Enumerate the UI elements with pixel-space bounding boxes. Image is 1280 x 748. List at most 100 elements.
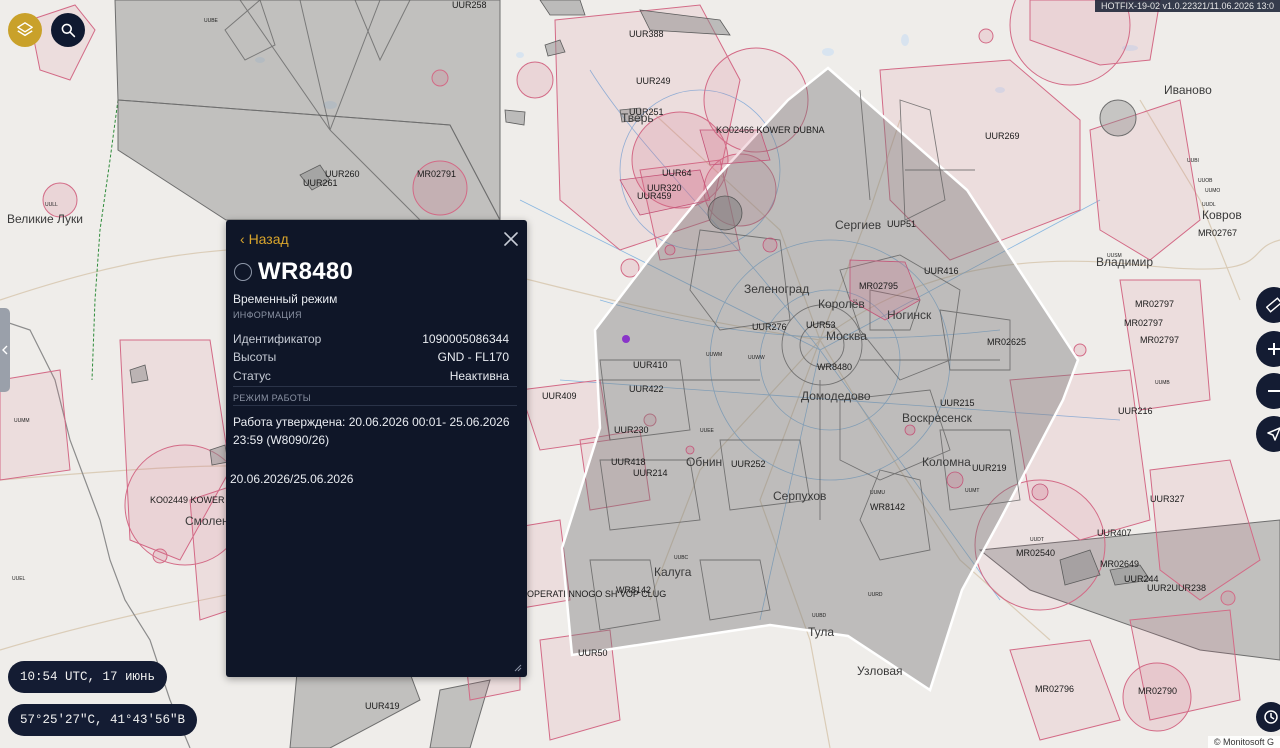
zone-label[interactable]: UUR261 (303, 178, 338, 188)
city-label: Смолен (185, 514, 229, 528)
zone-label[interactable]: UUR2UUR238 (1147, 583, 1206, 593)
city-label: Иваново (1164, 83, 1212, 97)
airport-code: UUDL (1202, 202, 1216, 208)
airport-code: UUBC (674, 555, 689, 561)
airport-code: UUEL (12, 576, 26, 582)
city-label: Узловая (857, 664, 903, 678)
layers-icon (17, 22, 33, 37)
city-label: Королёв (818, 297, 865, 311)
search-button[interactable] (51, 13, 85, 47)
dates-text: 20.06.2026/25.06.2026 (230, 472, 354, 486)
city-label: Ногинск (887, 308, 932, 322)
zone-label[interactable]: UUP51 (887, 219, 916, 229)
zone-label[interactable]: UUR50 (578, 648, 608, 658)
back-button[interactable]: ‹ Назад (240, 231, 289, 247)
airport-code: UUBI (1187, 158, 1199, 164)
aircraft-marker (622, 335, 630, 343)
zone-label[interactable]: UUR269 (985, 131, 1020, 141)
zone-label[interactable]: UUR230 (614, 425, 649, 435)
zone-label[interactable]: MR02791 (417, 169, 456, 179)
search-icon (61, 23, 76, 38)
zone-label[interactable]: UUR418 (611, 457, 646, 467)
zone-label[interactable]: KO02466 KOWER DUBNA (716, 125, 825, 135)
zone-info-panel: ‹ Назад WR8480 Временный режим ИНФОРМАЦИ… (226, 220, 527, 677)
row-value-heights: GND - FL170 (437, 350, 509, 364)
city-label: Калуга (654, 565, 692, 579)
zone-label[interactable]: MR02649 (1100, 559, 1139, 569)
zone-label[interactable]: WR8480 (817, 362, 852, 372)
airport-code: UUEE (700, 428, 714, 434)
copyright: © Monitosoft G (1207, 736, 1280, 748)
zone-label[interactable]: UUR419 (365, 701, 400, 711)
airport-code: UUOB (1198, 178, 1213, 184)
city-label: Ковров (1202, 208, 1242, 222)
zone-label[interactable]: UUR249 (636, 76, 671, 86)
airport-code: UUWW (748, 355, 765, 361)
close-icon[interactable] (503, 231, 519, 247)
resize-handle-icon[interactable] (512, 662, 522, 672)
zone-label[interactable]: UUR407 (1097, 528, 1132, 538)
airport-code: UUDT (1030, 537, 1044, 543)
zone-label[interactable]: UUR258 (452, 0, 487, 10)
row-value-status: Неактивна (449, 369, 509, 383)
zone-label[interactable]: UUR276 (752, 322, 787, 332)
city-label: Воскресенск (902, 411, 972, 425)
zone-label[interactable]: UUR251 (629, 107, 664, 117)
zone-label[interactable]: MR02767 (1198, 228, 1237, 238)
divider (233, 405, 517, 406)
status-indicator-icon (234, 263, 252, 281)
zone-label[interactable]: UUR252 (731, 459, 766, 469)
schedule-text: Работа утверждена: 20.06.2026 00:01- 25.… (233, 415, 510, 447)
zone-label[interactable]: MR02795 (859, 281, 898, 291)
airport-code: UUSM (1107, 253, 1122, 259)
utc-time-display: 10:54 UTC, 17 июнь (8, 661, 168, 693)
version-badge: HOTFIX-19-02 v1.0.22321/11.06.2026 13:0 (1095, 0, 1280, 12)
row-label-status: Статус (233, 369, 271, 383)
city-label: Сергиев (835, 218, 882, 232)
airport-code: UUMU (870, 490, 885, 496)
zone-label[interactable]: UUR422 (629, 384, 664, 394)
airport-code: UUWM (706, 352, 723, 358)
zone-label[interactable]: UUR214 (633, 468, 668, 478)
zone-label[interactable]: UUR219 (972, 463, 1007, 473)
zone-label[interactable]: UUR410 (633, 360, 668, 370)
zone-type: Временный режим (233, 292, 338, 306)
city-label: Тула (808, 625, 835, 639)
zone-label[interactable]: MR02797 (1124, 318, 1163, 328)
zone-label[interactable]: UUR409 (542, 391, 577, 401)
zone-label[interactable]: UUR388 (629, 29, 664, 39)
zone-label[interactable]: MR02797 (1135, 299, 1174, 309)
zone-label[interactable]: UUR64 (662, 168, 692, 178)
plus-icon (1268, 343, 1280, 355)
chevron-left-icon: ‹ (240, 231, 245, 247)
divider (233, 386, 517, 387)
city-label: Москва (826, 329, 867, 343)
city-label: Коломна (922, 455, 971, 469)
zone-label[interactable]: MR02540 (1016, 548, 1055, 558)
row-label-id: Идентификатор (233, 332, 322, 346)
city-label: Владимир (1096, 255, 1154, 269)
chevron-left-icon (2, 345, 8, 355)
zone-label[interactable]: WR8142 (616, 585, 651, 595)
zone-label[interactable]: MR02796 (1035, 684, 1074, 694)
cursor-coordinates: 57°25′27″С, 41°43′56″В (8, 704, 198, 736)
zone-label[interactable]: UUR327 (1150, 494, 1185, 504)
zone-label[interactable]: UUR416 (924, 266, 959, 276)
zone-label[interactable]: MR02797 (1140, 335, 1179, 345)
zone-label[interactable]: MR02790 (1138, 686, 1177, 696)
airport-code: UUMO (1205, 188, 1221, 194)
zone-label[interactable]: UUR53 (806, 320, 836, 330)
clock-icon (1264, 710, 1278, 724)
zone-label[interactable]: UUR459 (637, 191, 672, 201)
layers-button[interactable] (8, 13, 42, 47)
sidebar-toggle[interactable] (0, 308, 10, 392)
zone-label[interactable]: KO02449 KOWER (150, 495, 225, 505)
zone-label[interactable]: MR02625 (987, 337, 1026, 347)
airport-code: UULL (45, 202, 58, 208)
history-button[interactable] (1256, 702, 1280, 732)
airport-code: UUMB (1155, 380, 1170, 386)
zone-label[interactable]: WR8142 (870, 502, 905, 512)
zone-label[interactable]: UUR216 (1118, 406, 1153, 416)
zone-label[interactable]: UUR215 (940, 398, 975, 408)
info-heading: ИНФОРМАЦИЯ (233, 310, 302, 320)
